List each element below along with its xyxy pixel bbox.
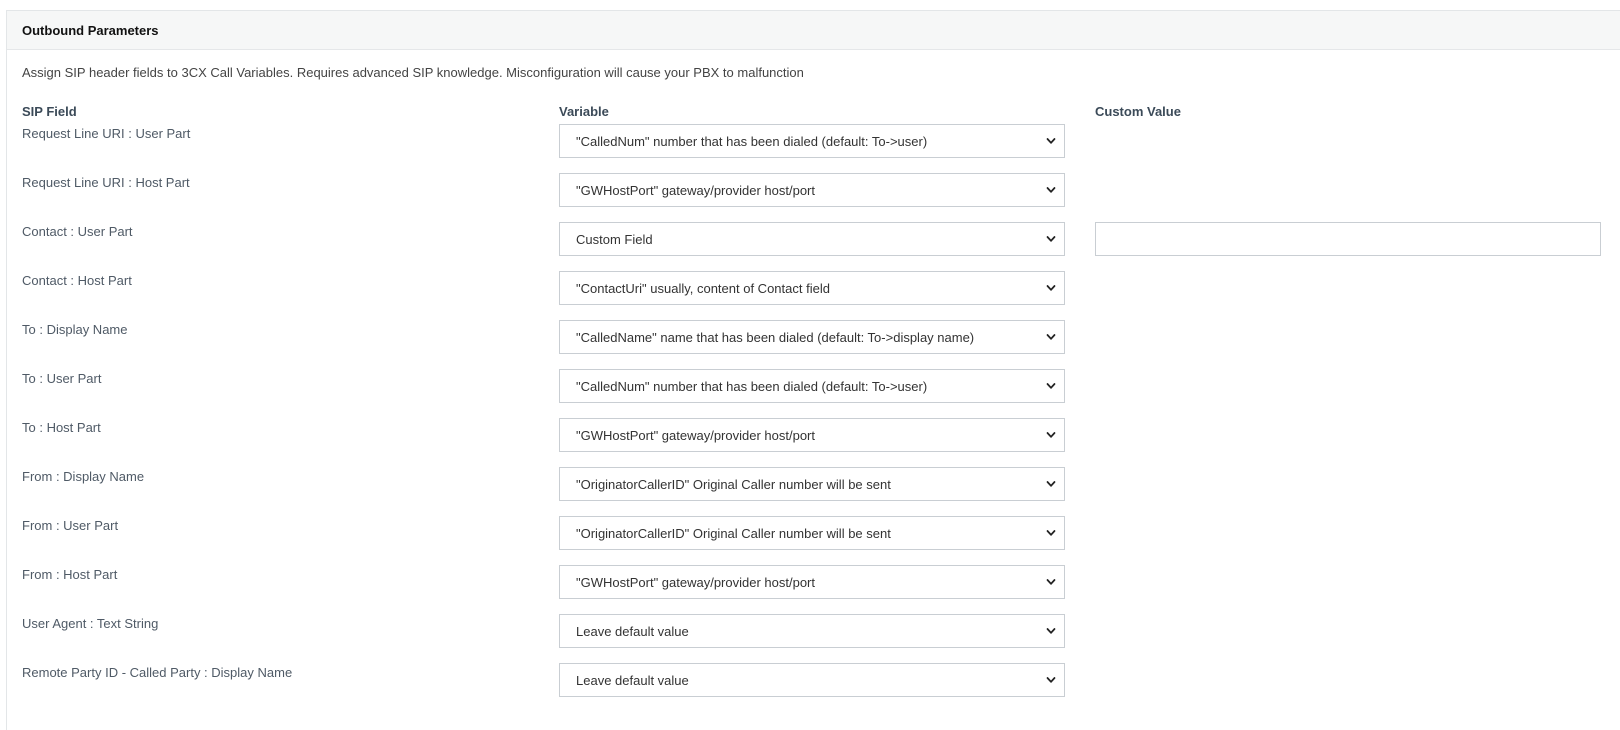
chevron-down-icon bbox=[1046, 187, 1056, 193]
sip-field-label: From : User Part bbox=[22, 518, 119, 533]
parameter-row: User Agent : Text String Leave default va… bbox=[7, 614, 1620, 663]
column-header-sip-field: SIP Field bbox=[22, 104, 77, 119]
chevron-down-icon bbox=[1046, 628, 1056, 634]
chevron-down-icon bbox=[1046, 383, 1056, 389]
variable-select-value: "CalledName" name that has been dialed (… bbox=[576, 329, 975, 345]
sip-field-label: To : User Part bbox=[22, 371, 102, 386]
panel-title: Outbound Parameters bbox=[7, 11, 1620, 50]
variable-select[interactable]: "OriginatorCallerID" Original Caller num… bbox=[559, 516, 1065, 550]
parameter-row: Contact : Host Part "ContactUri" usually,… bbox=[7, 271, 1620, 320]
variable-select-value: Leave default value bbox=[576, 672, 689, 688]
custom-value-input[interactable] bbox=[1095, 222, 1601, 256]
outbound-parameters-panel: Outbound Parameters Assign SIP header fi… bbox=[6, 10, 1620, 730]
variable-select[interactable]: Leave default value bbox=[559, 663, 1065, 697]
chevron-down-icon bbox=[1046, 432, 1056, 438]
variable-select-value: "CalledNum" number that has been dialed … bbox=[576, 378, 928, 394]
variable-select-value: "GWHostPort" gateway/provider host/port bbox=[576, 574, 815, 590]
sip-field-label: To : Host Part bbox=[22, 420, 101, 435]
parameter-row: Contact : User Part Custom Field bbox=[7, 222, 1620, 271]
chevron-down-icon bbox=[1046, 236, 1056, 242]
sip-field-label: From : Host Part bbox=[22, 567, 118, 582]
variable-select-value: "GWHostPort" gateway/provider host/port bbox=[576, 182, 815, 198]
chevron-down-icon bbox=[1046, 285, 1056, 291]
variable-select[interactable]: "CalledNum" number that has been dialed … bbox=[559, 369, 1065, 403]
variable-select[interactable]: "OriginatorCallerID" Original Caller num… bbox=[559, 467, 1065, 501]
parameter-row: To : Display Name "CalledName" name that … bbox=[7, 320, 1620, 369]
column-header-custom-value: Custom Value bbox=[1095, 104, 1181, 119]
variable-select[interactable]: "CalledNum" number that has been dialed … bbox=[559, 124, 1065, 158]
chevron-down-icon bbox=[1046, 138, 1056, 144]
sip-field-label: To : Display Name bbox=[22, 322, 128, 337]
parameter-row: From : Display Name "OriginatorCallerID" … bbox=[7, 467, 1620, 516]
chevron-down-icon bbox=[1046, 530, 1056, 536]
sip-field-label: Contact : User Part bbox=[22, 224, 133, 239]
variable-select[interactable]: "GWHostPort" gateway/provider host/port bbox=[559, 565, 1065, 599]
variable-select-value: "OriginatorCallerID" Original Caller num… bbox=[576, 525, 891, 541]
variable-select[interactable]: "ContactUri" usually, content of Contact… bbox=[559, 271, 1065, 305]
variable-select-value: "ContactUri" usually, content of Contact… bbox=[576, 280, 830, 296]
chevron-down-icon bbox=[1046, 334, 1056, 340]
parameter-row: Request Line URI : Host Part "GWHostPort"… bbox=[7, 173, 1620, 222]
sip-field-label: Remote Party ID - Called Party : Display… bbox=[22, 665, 293, 680]
sip-field-label: From : Display Name bbox=[22, 469, 145, 484]
sip-field-label: User Agent : Text String bbox=[22, 616, 159, 631]
parameter-row: To : Host Part "GWHostPort" gateway/provi… bbox=[7, 418, 1620, 467]
parameter-row: Remote Party ID - Called Party : Display… bbox=[7, 663, 1620, 712]
sip-field-label: Request Line URI : User Part bbox=[22, 126, 191, 141]
variable-select[interactable]: Leave default value bbox=[559, 614, 1065, 648]
variable-select-value: "OriginatorCallerID" Original Caller num… bbox=[576, 476, 891, 492]
sip-field-label: Request Line URI : Host Part bbox=[22, 175, 190, 190]
chevron-down-icon bbox=[1046, 481, 1056, 487]
parameter-row: Request Line URI : User Part "CalledNum" … bbox=[7, 124, 1620, 173]
variable-select[interactable]: "GWHostPort" gateway/provider host/port bbox=[559, 173, 1065, 207]
parameter-row: From : Host Part "GWHostPort" gateway/pro… bbox=[7, 565, 1620, 614]
chevron-down-icon bbox=[1046, 677, 1056, 683]
variable-select[interactable]: "GWHostPort" gateway/provider host/port bbox=[559, 418, 1065, 452]
column-header-variable: Variable bbox=[559, 104, 609, 119]
sip-field-label: Contact : Host Part bbox=[22, 273, 132, 288]
variable-select-value: "GWHostPort" gateway/provider host/port bbox=[576, 427, 815, 443]
chevron-down-icon bbox=[1046, 579, 1056, 585]
variable-select-value: "CalledNum" number that has been dialed … bbox=[576, 133, 928, 149]
variable-select-value: Custom Field bbox=[576, 231, 653, 247]
parameter-row: To : User Part "CalledNum" number that ha… bbox=[7, 369, 1620, 418]
panel-description: Assign SIP header fields to 3CX Call Var… bbox=[22, 65, 804, 80]
variable-select[interactable]: Custom Field bbox=[559, 222, 1065, 256]
variable-select[interactable]: "CalledName" name that has been dialed (… bbox=[559, 320, 1065, 354]
parameter-row: From : User Part "OriginatorCallerID" Ori… bbox=[7, 516, 1620, 565]
variable-select-value: Leave default value bbox=[576, 623, 689, 639]
